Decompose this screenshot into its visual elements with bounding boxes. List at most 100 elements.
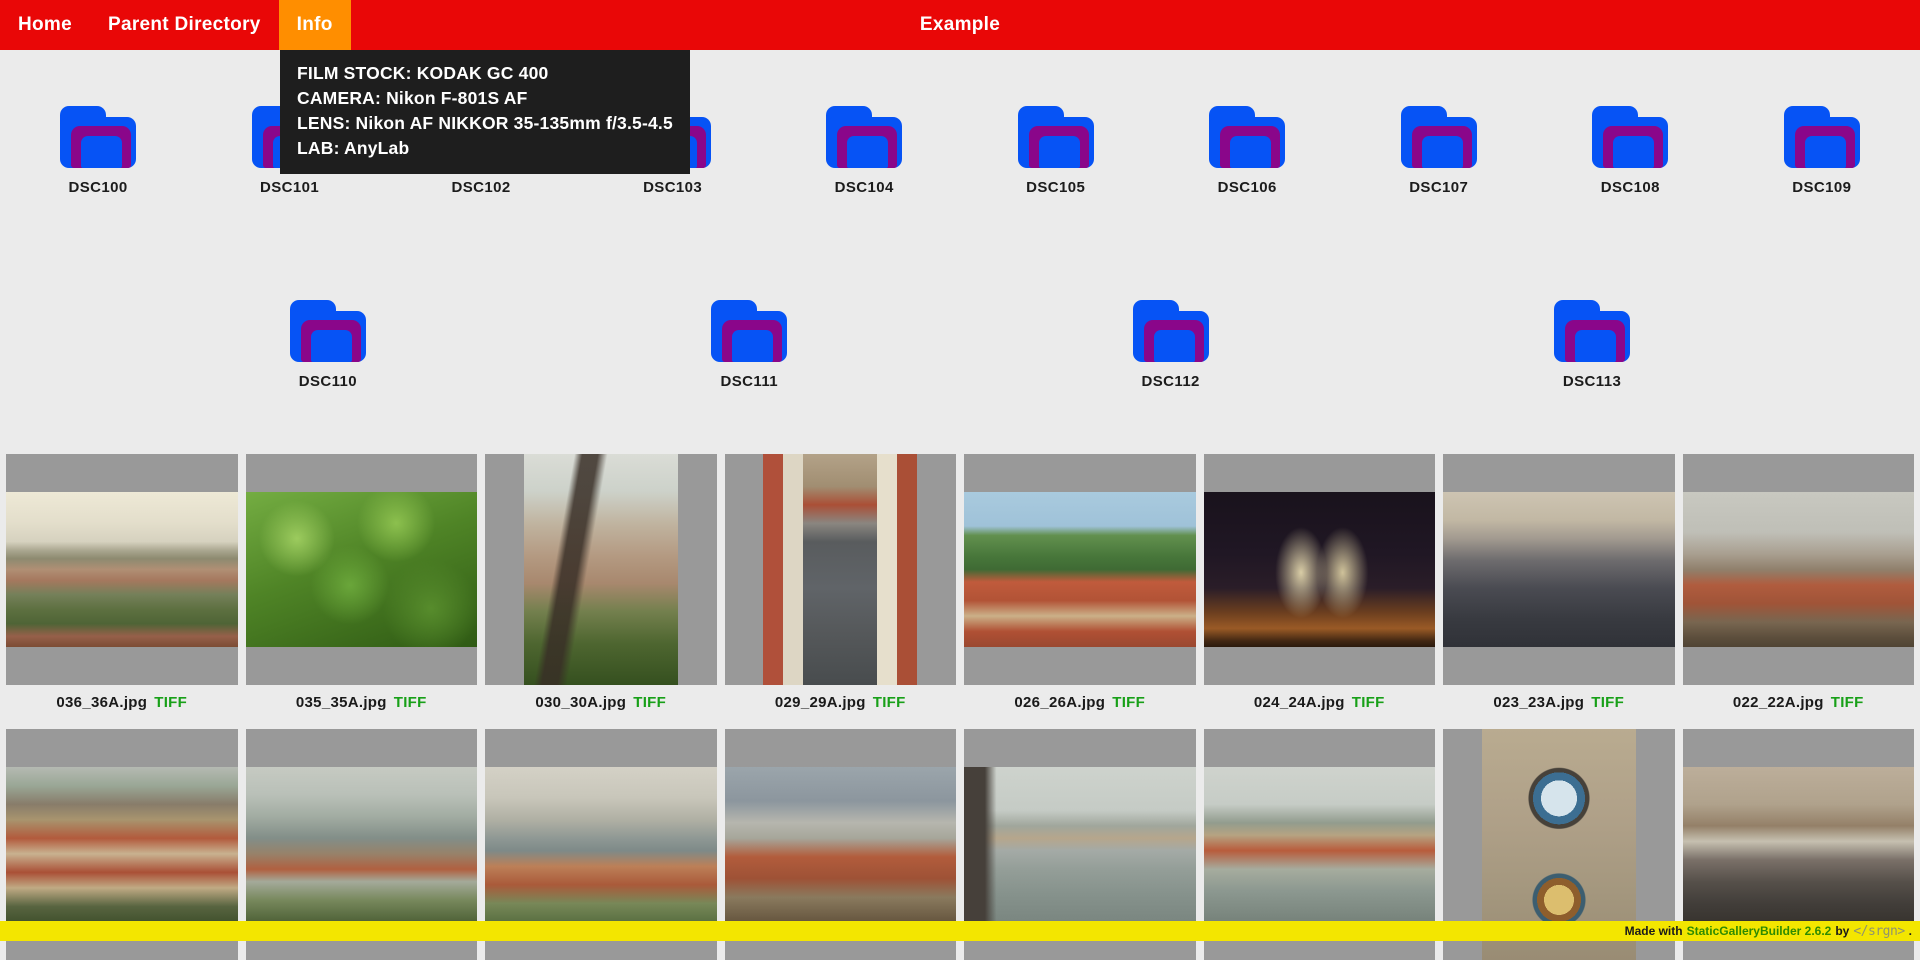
folder-item-dsc111[interactable]: DSC111 <box>656 300 843 390</box>
thumbnail-cell[interactable] <box>485 454 717 685</box>
tooltip-lens: LENS: Nikon AF NIKKOR 35-135mm f/3.5-4.5 <box>297 111 673 136</box>
nav-link-info[interactable]: Info <box>279 0 351 50</box>
folder-label: DSC100 <box>68 179 127 196</box>
thumbnail-cell[interactable] <box>1683 454 1915 685</box>
folder-item-dsc105[interactable]: DSC105 <box>962 106 1149 196</box>
thumbnail-022-22a[interactable]: 022_22A.jpg TIFF <box>1683 454 1915 711</box>
tiff-link[interactable]: TIFF <box>873 694 906 711</box>
folder-label: DSC112 <box>1142 373 1200 390</box>
thumbnail-026-26a[interactable]: 026_26A.jpg TIFF <box>964 454 1196 711</box>
photo-city-bridges-river <box>485 767 717 922</box>
tiff-link[interactable]: TIFF <box>1831 694 1864 711</box>
thumbnail-cell[interactable] <box>1443 454 1675 685</box>
thumbnail-cell[interactable] <box>246 454 478 685</box>
gallery-title: Example <box>920 0 1000 50</box>
thumbnail-030-30a[interactable]: 030_30A.jpg TIFF <box>485 454 717 711</box>
tiff-link[interactable]: TIFF <box>394 694 427 711</box>
folder-label: DSC110 <box>299 373 357 390</box>
footer-builder-link[interactable]: StaticGalleryBuilder 2.6.2 <box>1687 924 1832 938</box>
photo-river-castle-skyline <box>1204 767 1436 922</box>
folder-item-dsc112[interactable]: DSC112 <box>1077 300 1264 390</box>
folder-label: DSC104 <box>835 179 894 196</box>
folder-icon <box>1554 300 1630 362</box>
folder-item-dsc100[interactable]: DSC100 <box>5 106 192 196</box>
folder-label: DSC107 <box>1409 179 1468 196</box>
folder-item-dsc108[interactable]: DSC108 <box>1537 106 1724 196</box>
folder-label: DSC103 <box>643 179 702 196</box>
footer-by: by <box>1835 924 1849 938</box>
image-filename: 026_26A.jpg <box>1014 694 1105 711</box>
folder-item-dsc106[interactable]: DSC106 <box>1154 106 1341 196</box>
image-filename: 029_29A.jpg <box>775 694 866 711</box>
tiff-link[interactable]: TIFF <box>154 694 187 711</box>
image-filename: 030_30A.jpg <box>535 694 626 711</box>
nav-link-home[interactable]: Home <box>0 0 90 50</box>
footer-made-with: Made with <box>1625 924 1683 938</box>
folder-icon <box>1784 106 1860 168</box>
folder-item-dsc113[interactable]: DSC113 <box>1499 300 1686 390</box>
tooltip-camera: CAMERA: Nikon F-801S AF <box>297 86 673 111</box>
folder-item-dsc109[interactable]: DSC109 <box>1728 106 1915 196</box>
photo-rooftops-castle-panorama <box>6 767 238 922</box>
folder-icon <box>60 106 136 168</box>
folder-label: DSC111 <box>721 373 778 390</box>
image-filename: 024_24A.jpg <box>1254 694 1345 711</box>
image-filename: 036_36A.jpg <box>56 694 147 711</box>
thumbnail-cell[interactable] <box>1204 454 1436 685</box>
tiff-link[interactable]: TIFF <box>633 694 666 711</box>
folder-item-dsc104[interactable]: DSC104 <box>771 106 958 196</box>
folder-icon <box>1133 300 1209 362</box>
photo-gray-sky-rooftops-towers <box>725 767 957 922</box>
thumbnail-cell[interactable] <box>6 454 238 685</box>
photo-town-square-from-above <box>763 454 917 685</box>
footer-period: . <box>1909 924 1912 938</box>
thumbnail-cell[interactable] <box>725 454 957 685</box>
folder-label: DSC109 <box>1792 179 1851 196</box>
tooltip-lab: LAB: AnyLab <box>297 136 673 161</box>
folder-icon <box>1209 106 1285 168</box>
photo-green-foliage-closeup <box>246 492 478 647</box>
folder-icon <box>290 300 366 362</box>
photo-green-hill-red-rooftops <box>964 492 1196 647</box>
thumbnail-024-24a[interactable]: 024_24A.jpg TIFF <box>1204 454 1436 711</box>
tiff-link[interactable]: TIFF <box>1591 694 1624 711</box>
folder-label: DSC106 <box>1218 179 1277 196</box>
folder-label: DSC113 <box>1563 373 1621 390</box>
folder-item-dsc107[interactable]: DSC107 <box>1345 106 1532 196</box>
folder-icon <box>1401 106 1477 168</box>
folder-icon <box>1592 106 1668 168</box>
photo-tyn-church-towers-night <box>1204 492 1436 647</box>
photo-bare-tree-over-city <box>524 454 678 685</box>
photo-street-scene-with-crowd <box>1683 767 1915 922</box>
image-filename: 023_23A.jpg <box>1493 694 1584 711</box>
folder-label: DSC101 <box>260 179 319 196</box>
photo-river-boat-statue <box>964 767 1196 922</box>
photo-city-panorama-church-spire <box>6 492 238 647</box>
nav-link-parent-directory[interactable]: Parent Directory <box>90 0 279 50</box>
folder-label: DSC108 <box>1601 179 1660 196</box>
thumbnail-cell[interactable] <box>964 454 1196 685</box>
image-filename: 035_35A.jpg <box>296 694 387 711</box>
folder-label: DSC105 <box>1026 179 1085 196</box>
photo-crowd-on-charles-bridge <box>1443 492 1675 647</box>
footer-bar: Made with StaticGalleryBuilder 2.6.2 by … <box>0 921 1920 941</box>
info-tooltip: FILM STOCK: KODAK GC 400 CAMERA: Nikon F… <box>280 50 690 174</box>
tiff-link[interactable]: TIFF <box>1352 694 1385 711</box>
thumbnail-029-29a[interactable]: 029_29A.jpg TIFF <box>725 454 957 711</box>
folder-icon <box>826 106 902 168</box>
thumbnail-grid: 036_36A.jpg TIFF 035_35A.jpg TIFF 030_30A.… <box>0 454 1920 960</box>
thumbnail-036-36a[interactable]: 036_36A.jpg TIFF <box>6 454 238 711</box>
navbar: Home Parent Directory Info Example <box>0 0 1920 50</box>
folder-icon <box>711 300 787 362</box>
folder-label: DSC102 <box>452 179 511 196</box>
image-filename: 022_22A.jpg <box>1733 694 1824 711</box>
folder-item-dsc110[interactable]: DSC110 <box>234 300 421 390</box>
thumbnail-035-35a[interactable]: 035_35A.jpg TIFF <box>246 454 478 711</box>
tiff-link[interactable]: TIFF <box>1112 694 1145 711</box>
photo-prague-castle-panorama <box>1683 492 1915 647</box>
thumbnail-023-23a[interactable]: 023_23A.jpg TIFF <box>1443 454 1675 711</box>
tooltip-film-stock: FILM STOCK: KODAK GC 400 <box>297 61 673 86</box>
photo-misty-city-river-view <box>246 767 478 922</box>
srgn-logo-link[interactable]: </srgn> <box>1853 924 1904 939</box>
folder-icon <box>1018 106 1094 168</box>
